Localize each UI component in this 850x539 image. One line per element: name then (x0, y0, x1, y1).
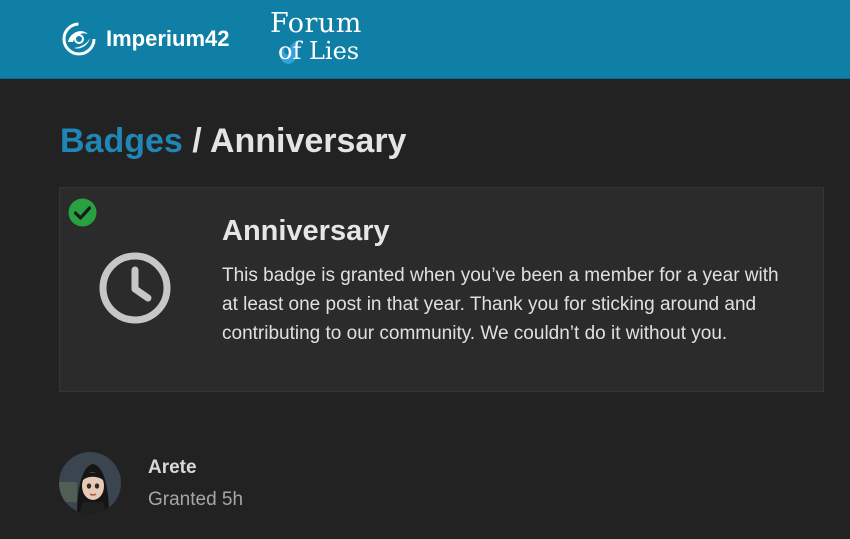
imperium42-logo-text: Imperium42 (106, 26, 230, 51)
badge-card: Anniversary This badge is granted when y… (59, 187, 824, 392)
badge-description: This badge is granted when you’ve been a… (222, 265, 779, 344)
avatar[interactable] (59, 452, 121, 514)
breadcrumb-badges-link[interactable]: Badges (60, 122, 183, 160)
user-name-link[interactable]: Arete (148, 457, 197, 479)
site-header: Imperium42 Forum of Lies (0, 0, 850, 79)
check-circle-icon (68, 198, 97, 227)
granted-time: Granted 5h (148, 489, 244, 510)
forum-of-lies-logo[interactable]: Forum of Lies (268, 8, 393, 68)
swirl-logo-icon (62, 22, 96, 56)
breadcrumb-separator: / (192, 122, 202, 160)
page-title: Anniversary (209, 122, 407, 160)
user-avatar-image (59, 452, 121, 514)
imperium42-logo[interactable]: Imperium42 (60, 20, 230, 58)
grantee-list-item: Arete Granted 5h (59, 452, 359, 516)
forum-logo-line2: of Lies (278, 37, 360, 65)
badge-title: Anniversary (222, 215, 390, 247)
clock-icon (99, 252, 171, 324)
breadcrumb: Badges / Anniversary (60, 122, 406, 161)
